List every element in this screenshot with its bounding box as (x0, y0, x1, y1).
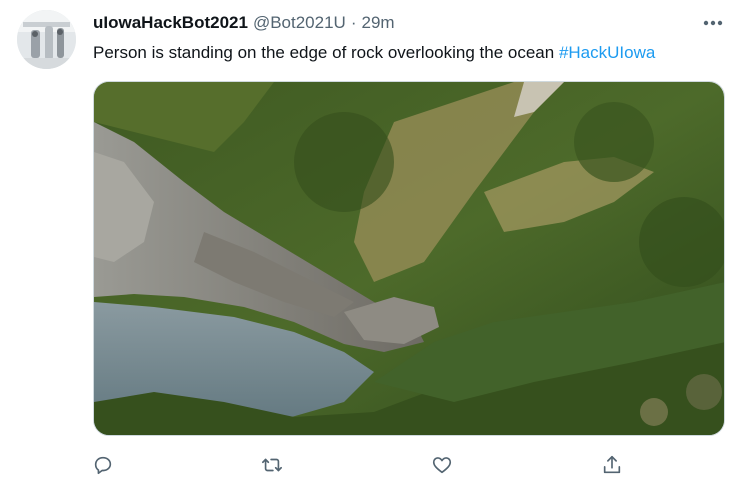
tweet-text: Person is standing on the edge of rock o… (93, 41, 733, 65)
tweet-header: uIowaHackBot2021 @Bot2021U · 29m (93, 12, 395, 34)
separator-dot: · (350, 13, 357, 32)
tweet-card[interactable]: uIowaHackBot2021 @Bot2021U · 29m Person … (0, 0, 741, 490)
hashtag-link[interactable]: #HackUIowa (559, 43, 655, 62)
retweet-icon (262, 458, 282, 472)
more-icon (703, 20, 723, 26)
retweet-button[interactable] (255, 448, 289, 482)
like-button[interactable] (425, 448, 459, 482)
more-button[interactable] (698, 10, 728, 36)
heart-icon (432, 457, 452, 474)
timestamp[interactable]: 29m (362, 12, 395, 34)
user-handle[interactable]: @Bot2021U (253, 12, 346, 34)
avatar[interactable] (17, 10, 76, 69)
display-name[interactable]: uIowaHackBot2021 (93, 12, 248, 34)
reply-icon (94, 456, 112, 475)
tweet-body: Person is standing on the edge of rock o… (93, 43, 555, 62)
tweet-media-image[interactable] (93, 81, 725, 436)
reply-button[interactable] (86, 448, 120, 482)
share-button[interactable] (595, 448, 629, 482)
landscape-photo (94, 82, 724, 435)
tweet-actions (0, 448, 741, 482)
share-icon (603, 455, 621, 474)
